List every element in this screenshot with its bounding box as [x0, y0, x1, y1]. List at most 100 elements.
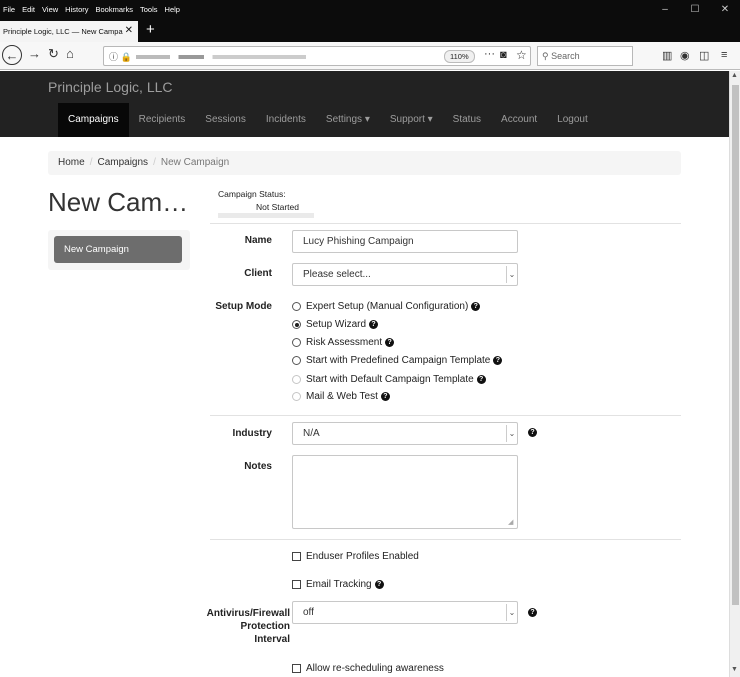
- new-campaign-button[interactable]: New Campaign: [54, 236, 182, 263]
- maximize-icon[interactable]: ☐: [680, 4, 710, 15]
- help-icon[interactable]: ?: [374, 580, 384, 589]
- radio-setup-wizard[interactable]: Setup Wizard?: [292, 319, 379, 330]
- back-icon[interactable]: ←: [2, 45, 22, 65]
- radio-mail-web-test[interactable]: Mail & Web Test?: [292, 391, 390, 402]
- page-scrollbar[interactable]: ▲ ▼: [729, 71, 740, 677]
- campaign-status: Campaign Status: Not Started: [218, 189, 314, 218]
- campaign-status-value: Not Started: [256, 202, 299, 212]
- home-icon[interactable]: ⌂: [66, 46, 74, 61]
- radio-button-disabled[interactable]: [292, 392, 301, 401]
- client-label: Client: [244, 268, 272, 279]
- help-icon[interactable]: ?: [493, 356, 503, 365]
- menu-view[interactable]: View: [42, 5, 58, 14]
- new-tab-icon[interactable]: +: [146, 21, 155, 38]
- radio-button[interactable]: [292, 338, 301, 347]
- nav-account[interactable]: Account: [491, 103, 547, 137]
- enduser-profiles-checkbox[interactable]: Enduser Profiles Enabled: [292, 551, 419, 562]
- antivirus-label-line1: Antivirus/Firewall: [206, 608, 290, 619]
- chevron-down-icon: ⌄: [506, 425, 517, 442]
- radio-button-selected[interactable]: [292, 320, 301, 329]
- checkbox[interactable]: [292, 580, 301, 589]
- url-bar[interactable]: ⓘ 🔒 110% ··· ◙ ☆: [103, 46, 531, 66]
- menu-bar: File Edit View History Bookmarks Tools H…: [0, 0, 740, 19]
- campaign-status-label: Campaign Status:: [218, 189, 286, 199]
- search-icon: ⚲: [542, 51, 549, 61]
- pocket-icon[interactable]: ◙: [500, 49, 507, 61]
- resize-grip-icon[interactable]: ◢: [508, 518, 727, 676]
- name-input[interactable]: Lucy Phishing Campaign: [292, 230, 518, 253]
- breadcrumb-separator: /: [153, 157, 156, 168]
- radio-default-template[interactable]: Start with Default Campaign Template?: [292, 374, 486, 385]
- help-icon[interactable]: ?: [476, 375, 486, 384]
- name-label: Name: [244, 235, 272, 246]
- tab-bar: Principle Logic, LLC — New Campa ✕ +: [0, 19, 740, 42]
- checkbox[interactable]: [292, 552, 301, 561]
- radio-button[interactable]: [292, 302, 301, 311]
- email-tracking-checkbox[interactable]: Email Tracking?: [292, 579, 384, 590]
- breadcrumb-separator: /: [89, 157, 93, 168]
- radio-expert-setup[interactable]: Expert Setup (Manual Configuration)?: [292, 301, 481, 312]
- close-window-icon[interactable]: ✕: [710, 4, 740, 15]
- forward-icon[interactable]: →: [28, 46, 41, 61]
- breadcrumb: Home / Campaigns / New Campaign: [48, 151, 681, 175]
- nav-support[interactable]: Support ▾: [380, 103, 443, 137]
- menu-help[interactable]: Help: [165, 5, 180, 14]
- checkbox-label: Email Tracking: [306, 579, 372, 590]
- scroll-down-icon[interactable]: ▼: [731, 666, 738, 673]
- nav-logout[interactable]: Logout: [547, 103, 598, 137]
- nav-sessions[interactable]: Sessions: [195, 103, 256, 137]
- radio-button-disabled[interactable]: [292, 375, 301, 384]
- industry-select[interactable]: N/A ⌄: [292, 422, 518, 445]
- nav-incidents[interactable]: Incidents: [256, 103, 316, 137]
- nav-recipients[interactable]: Recipients: [129, 103, 196, 137]
- reload-icon[interactable]: ↻: [48, 46, 59, 62]
- radio-label: Setup Wizard: [306, 319, 367, 330]
- site-info-icon[interactable]: ⓘ 🔒: [109, 50, 132, 63]
- sidebar-toggle-icon[interactable]: ◫: [699, 49, 709, 62]
- help-icon[interactable]: ?: [471, 302, 481, 311]
- antivirus-help-icon[interactable]: ?: [528, 608, 537, 617]
- zoom-level[interactable]: 110%: [444, 50, 475, 63]
- notes-label: Notes: [244, 461, 272, 472]
- bookmark-star-icon[interactable]: ☆: [516, 48, 527, 62]
- antivirus-interval-select[interactable]: off ⌄: [292, 601, 518, 624]
- menu-tools[interactable]: Tools: [140, 5, 158, 14]
- menu-history[interactable]: History: [65, 5, 88, 14]
- notes-textarea[interactable]: [292, 455, 518, 529]
- breadcrumb-home[interactable]: Home: [58, 157, 85, 168]
- radio-predefined-template[interactable]: Start with Predefined Campaign Template?: [292, 355, 503, 366]
- help-icon[interactable]: ?: [369, 320, 379, 329]
- tab-close-icon[interactable]: ✕: [125, 25, 133, 36]
- nav-campaigns[interactable]: Campaigns: [58, 103, 129, 137]
- menu-file[interactable]: File: [3, 5, 15, 14]
- page-actions-icon[interactable]: ···: [484, 48, 495, 60]
- nav-status[interactable]: Status: [443, 103, 491, 137]
- brand-name[interactable]: Principle Logic, LLC: [48, 79, 173, 95]
- industry-help-icon[interactable]: ?: [528, 428, 537, 437]
- search-input[interactable]: ⚲ Search: [537, 46, 633, 66]
- menu-bookmarks[interactable]: Bookmarks: [96, 5, 134, 14]
- reschedule-checkbox[interactable]: Allow re-scheduling awareness: [292, 663, 444, 674]
- radio-button[interactable]: [292, 356, 301, 365]
- setup-mode-label: Setup Mode: [215, 301, 272, 312]
- browser-toolbar: ← → ↻ ⌂ ⓘ 🔒 110% ··· ◙ ☆ ⚲ Search ▥ ◉ ◫ …: [0, 42, 740, 70]
- extension-icon[interactable]: ◉: [680, 49, 690, 62]
- breadcrumb-campaigns[interactable]: Campaigns: [97, 157, 148, 168]
- help-icon[interactable]: ?: [380, 392, 390, 401]
- scroll-thumb[interactable]: [732, 85, 739, 605]
- hamburger-menu-icon[interactable]: ≡: [721, 49, 727, 61]
- client-select[interactable]: Please select... ⌄: [292, 263, 518, 286]
- menu-edit[interactable]: Edit: [22, 5, 35, 14]
- nav-settings[interactable]: Settings ▾: [316, 103, 380, 137]
- library-icon[interactable]: ▥: [662, 49, 672, 62]
- chevron-down-icon: ⌄: [506, 604, 517, 621]
- scroll-up-icon[interactable]: ▲: [731, 72, 738, 79]
- page-title: New Cam…: [48, 187, 189, 217]
- radio-label: Mail & Web Test: [306, 391, 378, 402]
- browser-tab[interactable]: Principle Logic, LLC — New Campa ✕: [0, 21, 138, 42]
- page-viewport: Principle Logic, LLC Campaigns Recipient…: [0, 71, 729, 677]
- minimize-icon[interactable]: –: [650, 4, 680, 15]
- help-icon[interactable]: ?: [385, 338, 395, 347]
- radio-risk-assessment[interactable]: Risk Assessment?: [292, 337, 395, 348]
- checkbox[interactable]: [292, 664, 301, 673]
